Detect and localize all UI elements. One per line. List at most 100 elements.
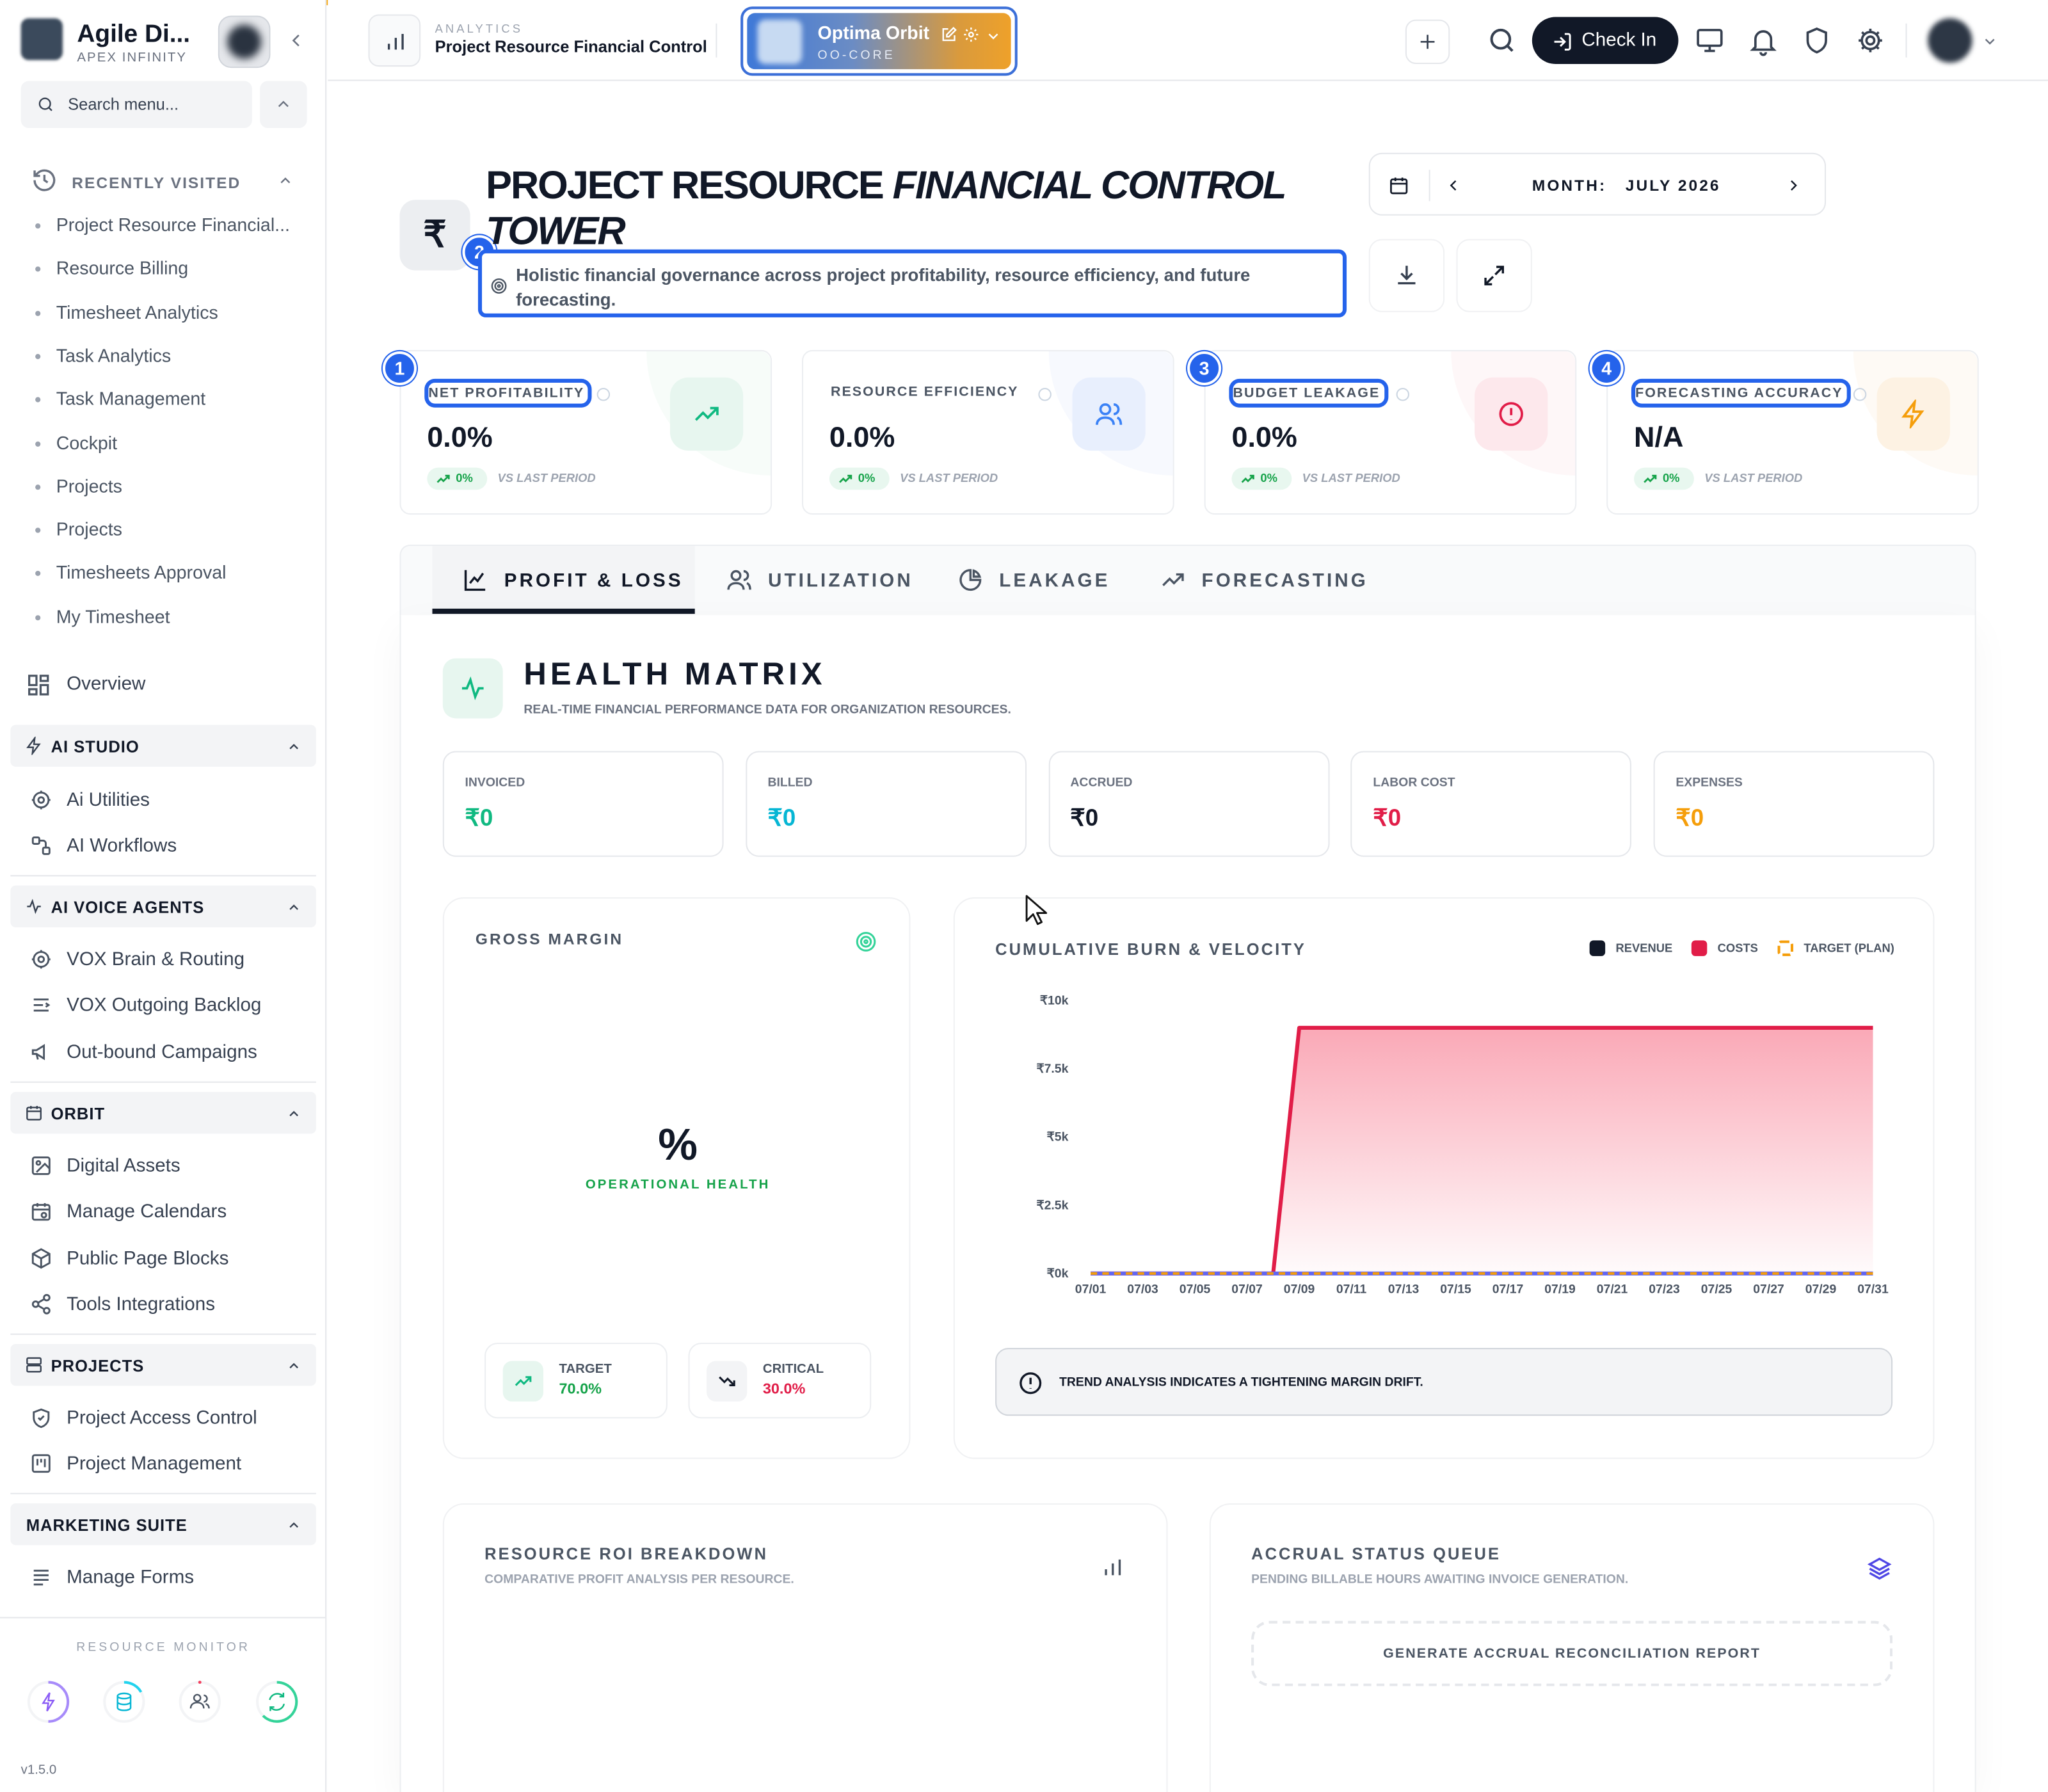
month-picker[interactable]: MONTH: JULY 2026 bbox=[1368, 152, 1827, 216]
metric-label: LABOR COST bbox=[1373, 776, 1455, 790]
recent-item-label: Timesheet Analytics bbox=[56, 301, 218, 323]
info-icon[interactable] bbox=[1038, 388, 1052, 401]
resource-monitor-title: RESOURCE MONITOR bbox=[76, 1640, 250, 1655]
x-tick-label: 07/31 bbox=[1857, 1282, 1889, 1296]
tab-leakage[interactable]: LEAKAGE bbox=[957, 546, 1127, 614]
target-label: TARGET bbox=[559, 1362, 612, 1377]
sidebar-item-label: Manage Calendars bbox=[67, 1201, 227, 1223]
operational-health-label: OPERATIONAL HEALTH bbox=[585, 1178, 771, 1193]
bell-icon[interactable] bbox=[1743, 21, 1782, 60]
monitor-icon[interactable] bbox=[1690, 21, 1729, 60]
previous-month-icon[interactable] bbox=[1446, 178, 1461, 193]
app-root: Agile Di... APEX INFINITY Search menu...… bbox=[0, 0, 2048, 1792]
recent-item[interactable]: Cockpit bbox=[35, 431, 117, 452]
tab-profit-loss[interactable]: PROFIT & LOSS bbox=[432, 546, 695, 614]
share-icon bbox=[31, 1293, 51, 1315]
gear-icon[interactable] bbox=[1851, 21, 1890, 60]
target-value: 70.0% bbox=[559, 1382, 602, 1398]
edit-icon[interactable] bbox=[940, 26, 957, 44]
recent-item[interactable]: Projects bbox=[35, 518, 122, 540]
users-monitor-icon[interactable] bbox=[178, 1679, 222, 1724]
section-header-projects[interactable]: PROJECTS bbox=[10, 1343, 316, 1386]
header-divider bbox=[1905, 23, 1907, 58]
shield-icon[interactable] bbox=[1797, 21, 1836, 60]
chevron-down-icon[interactable] bbox=[986, 29, 1000, 43]
recent-item[interactable]: My Timesheet bbox=[35, 605, 170, 627]
recent-item[interactable]: Task Management bbox=[35, 388, 205, 409]
collapse-sidebar-icon[interactable] bbox=[287, 31, 306, 50]
kpi-card-resource-efficiency[interactable]: RESOURCE EFFICIENCY 0.0% 0% VS LAST PERIOD bbox=[802, 349, 1174, 515]
recent-item[interactable]: Task Analytics bbox=[35, 345, 171, 365]
info-icon[interactable] bbox=[1853, 388, 1867, 401]
database-monitor-icon[interactable] bbox=[102, 1679, 146, 1724]
next-month-icon[interactable] bbox=[1786, 178, 1801, 193]
kpi-label: NET PROFITABILITY bbox=[424, 378, 593, 408]
x-tick-label: 07/29 bbox=[1805, 1282, 1837, 1296]
metric-card-labor-cost: LABOR COST ₹0 bbox=[1350, 751, 1632, 857]
info-icon[interactable] bbox=[596, 388, 611, 401]
x-tick-label: 07/15 bbox=[1440, 1282, 1471, 1296]
section-header-ai-voice-agents[interactable]: AI VOICE AGENTS bbox=[10, 885, 316, 927]
burn-chart[interactable]: ₹0k ₹2.5k ₹5k ₹7.5k ₹10k 07/01 07/03 07/05 07/07… bbox=[955, 899, 1936, 1329]
recent-item[interactable]: Projects bbox=[35, 475, 122, 496]
sidebar-item-label: VOX Brain & Routing bbox=[67, 949, 245, 971]
workspace-switcher[interactable]: Optima Orbit OO-CORE bbox=[740, 6, 1018, 76]
layers-icon[interactable] bbox=[1866, 1556, 1892, 1582]
profit-loss-panel: HEALTH MATRIX REAL-TIME FINANCIAL PERFOR… bbox=[399, 615, 1976, 1792]
kpi-value: N/A bbox=[1634, 420, 1684, 454]
info-icon[interactable] bbox=[1396, 388, 1410, 401]
recent-item[interactable]: Timesheets Approval bbox=[35, 562, 227, 583]
rupee-icon: ₹ bbox=[399, 200, 470, 271]
chevron-down-icon[interactable] bbox=[1983, 34, 1997, 48]
kpi-card-budget-leakage[interactable]: BUDGET LEAKAGE 0.0% 0% VS LAST PERIOD 3 bbox=[1187, 349, 1577, 515]
calendar-icon[interactable] bbox=[1388, 175, 1409, 196]
download-button[interactable] bbox=[1368, 239, 1445, 312]
tab-label: FORECASTING bbox=[1201, 570, 1368, 592]
metric-label: INVOICED bbox=[465, 776, 525, 790]
section-header-orbit[interactable]: ORBIT bbox=[10, 1092, 316, 1134]
trending-up-icon bbox=[436, 474, 450, 483]
form-icon bbox=[33, 1569, 49, 1586]
org-avatar[interactable] bbox=[218, 15, 271, 68]
kpi-card-net-profitability[interactable]: NET PROFITABILITY 0.0% 0% VS LAST PERIOD 1 bbox=[382, 349, 772, 515]
users-icon bbox=[1072, 377, 1146, 451]
search-icon[interactable] bbox=[1482, 21, 1521, 60]
recently-visited-title: RECENTLY VISITED bbox=[72, 173, 241, 192]
fullscreen-button[interactable] bbox=[1456, 239, 1532, 312]
generate-accrual-report-button[interactable]: GENERATE ACCRUAL RECONCILIATION REPORT bbox=[1251, 1620, 1893, 1686]
tab-utilization[interactable]: UTILIZATION bbox=[726, 546, 922, 614]
sidebar-item-label: Tools Integrations bbox=[67, 1294, 216, 1316]
check-in-label: Check In bbox=[1581, 29, 1657, 51]
breadcrumb-page: Project Resource Financial Control bbox=[435, 38, 707, 56]
recent-item[interactable]: Timesheet Analytics bbox=[35, 301, 218, 323]
kpi-comparison: VS LAST PERIOD bbox=[1704, 471, 1803, 485]
tab-forecasting[interactable]: FORECASTING bbox=[1160, 546, 1382, 614]
analytics-app-icon[interactable] bbox=[368, 14, 421, 67]
cube-icon bbox=[31, 1248, 51, 1269]
section-header-ai-studio[interactable]: AI STUDIO bbox=[10, 724, 316, 767]
x-tick-label: 07/11 bbox=[1336, 1282, 1367, 1296]
sync-monitor-icon[interactable] bbox=[255, 1679, 299, 1724]
recently-visited-header[interactable]: RECENTLY VISITED bbox=[31, 167, 306, 193]
section-divider bbox=[10, 1333, 316, 1335]
kpi-value: 0.0% bbox=[829, 420, 895, 454]
recent-item[interactable]: Project Resource Financial... bbox=[35, 214, 290, 235]
add-button[interactable] bbox=[1405, 19, 1450, 64]
x-tick-label: 07/03 bbox=[1127, 1282, 1158, 1296]
bar-chart-icon[interactable] bbox=[1101, 1556, 1124, 1580]
trending-up-icon bbox=[669, 377, 744, 451]
section-header-marketing-suite[interactable]: MARKETING SUITE bbox=[10, 1503, 316, 1546]
user-avatar[interactable] bbox=[1928, 18, 1972, 63]
cpu-monitor-icon[interactable] bbox=[26, 1679, 70, 1724]
recent-item-label: Projects bbox=[56, 475, 122, 497]
recent-item[interactable]: Resource Billing bbox=[35, 258, 188, 278]
settings-icon[interactable] bbox=[963, 26, 980, 44]
search-input[interactable]: Search menu... bbox=[20, 81, 252, 128]
collapse-all-button[interactable] bbox=[260, 81, 307, 128]
org-name[interactable]: Agile Di... bbox=[77, 21, 190, 50]
subtitle-text: Holistic financial governance across pro… bbox=[516, 265, 1251, 310]
kpi-card-forecasting-accuracy[interactable]: FORECASTING ACCURACY N/A 0% VS LAST PERIOD 4 bbox=[1589, 349, 1979, 515]
check-in-button[interactable]: Check In bbox=[1532, 17, 1679, 64]
kpi-value: 0.0% bbox=[427, 420, 493, 454]
gear-icon bbox=[31, 950, 51, 969]
